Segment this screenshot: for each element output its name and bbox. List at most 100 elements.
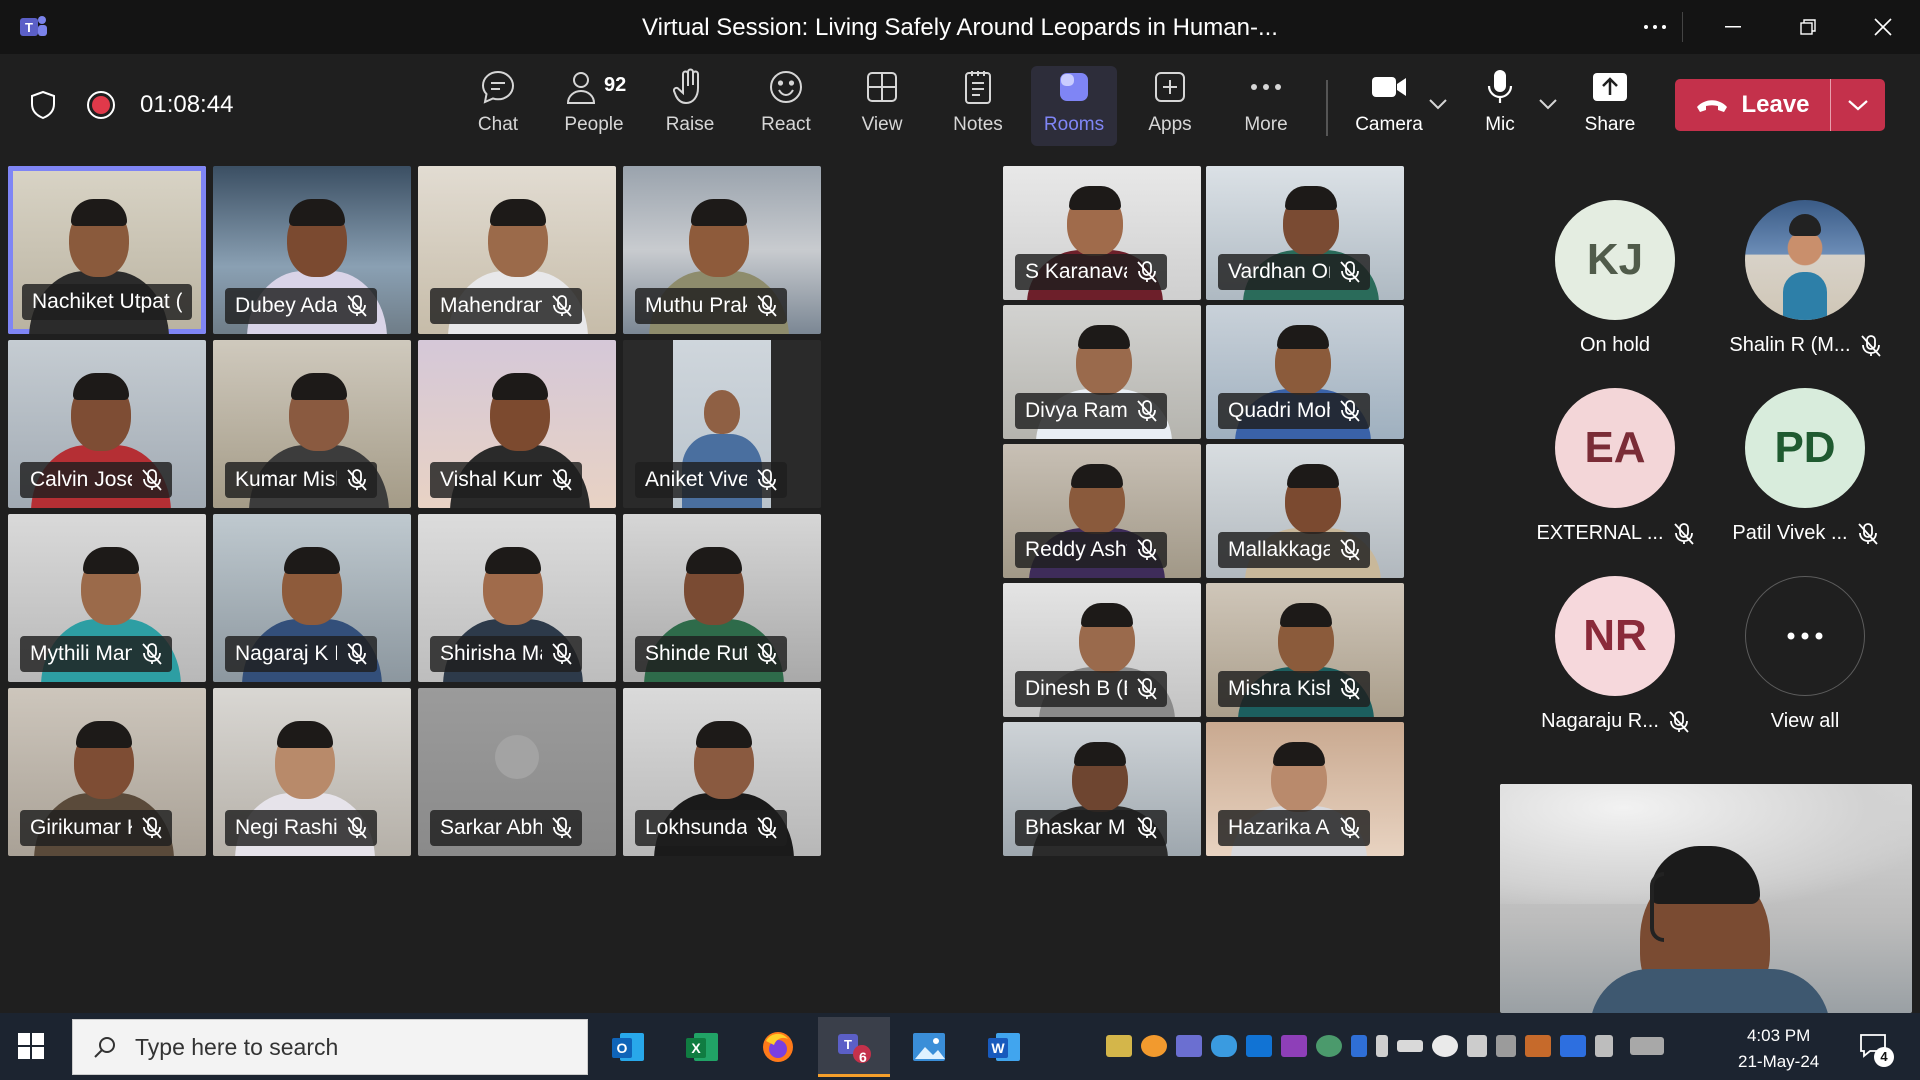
muted-mic-icon [757,295,777,317]
windows-start-icon[interactable] [18,1033,44,1059]
video-tile[interactable]: Mythili Mano... [8,514,206,682]
avatar [1745,200,1865,320]
people-button[interactable]: 92 People [551,66,637,146]
avatar: PD [1745,388,1865,508]
bluetooth-icon[interactable] [1351,1035,1367,1057]
video-tile[interactable]: Girikumar Ku... [8,688,206,856]
video-tile[interactable]: S Karanavar S... [1003,166,1201,300]
participant-name: Shalin R (M... [1729,334,1851,356]
leave-options-chevron-icon[interactable] [1831,79,1885,131]
self-view-video[interactable] [1500,784,1912,1013]
close-button[interactable] [1860,10,1906,44]
video-tile[interactable]: Vardhan Orav... [1206,166,1404,300]
video-tile[interactable]: Shirisha Mark... [418,514,616,682]
word-icon[interactable]: W [968,1017,1040,1077]
tray-app-icon[interactable] [1106,1035,1132,1057]
roster-participant[interactable]: KJ On hold [1520,200,1710,380]
video-tile[interactable]: Reddy Ashwi... [1003,444,1201,578]
mic-button[interactable]: Mic [1457,66,1543,146]
participant-name: Patil Vivek ... [1732,522,1848,544]
excel-icon[interactable]: X [666,1017,738,1077]
tray-app-icon[interactable] [1525,1035,1551,1057]
muted-mic-icon [757,817,777,839]
raise-label: Raise [665,114,715,135]
video-tile[interactable]: Dinesh B (BG... [1003,583,1201,717]
video-tile[interactable]: Muthu Prakas... [623,166,821,334]
video-tile[interactable]: Nagaraj K R (... [213,514,411,682]
video-tile[interactable]: Aniket Viveka... [623,340,821,508]
roster-participant[interactable]: PD Patil Vivek ... [1710,388,1900,568]
participant-name: Hazarika Arpi... [1228,816,1330,839]
taskbar-search[interactable]: Type here to search [72,1019,588,1075]
shield-icon[interactable] [30,90,56,120]
volume-icon[interactable] [1467,1035,1487,1057]
tray-outlook-icon[interactable] [1246,1035,1272,1057]
notes-button[interactable]: Notes [935,66,1021,146]
camera-button[interactable]: Camera [1346,66,1432,146]
view-button[interactable]: View [839,66,925,146]
participant-name: Shinde Rutuja... [645,642,747,665]
share-button[interactable]: Share [1567,66,1653,146]
muted-mic-icon [347,295,367,317]
tray-app-icon[interactable] [1141,1035,1167,1057]
muted-mic-icon [1857,522,1878,545]
tray-security-icon[interactable] [1560,1035,1586,1057]
onenote-icon[interactable] [1281,1035,1307,1057]
react-button[interactable]: React [743,66,829,146]
wifi-icon[interactable] [1496,1035,1516,1057]
video-tile[interactable]: Dubey Adars... [213,166,411,334]
tray-settings-icon[interactable] [1432,1035,1458,1057]
minimize-button[interactable] [1710,10,1756,44]
mic-options-chevron-icon[interactable] [1538,98,1558,110]
keyboard-icon[interactable] [1630,1037,1664,1055]
apps-button[interactable]: Apps [1127,66,1213,146]
video-tile[interactable]: Bhaskar M L (... [1003,722,1201,856]
roster-participant[interactable]: NR Nagaraju R... [1520,576,1710,756]
onedrive-icon[interactable] [1211,1035,1237,1057]
photos-icon[interactable] [893,1017,965,1077]
search-icon [94,1037,115,1058]
roster-participant[interactable]: Shalin R (M... [1710,200,1900,380]
video-tile[interactable]: Quadri Mohd... [1206,305,1404,439]
notification-center-icon[interactable]: 4 [1858,1031,1894,1067]
battery-icon[interactable] [1397,1040,1423,1052]
video-tile[interactable]: Calvin Jose Ri... [8,340,206,508]
leave-button[interactable]: Leave [1675,79,1885,131]
video-tile[interactable]: Sarkar Abhijit ... [418,688,616,856]
muted-mic-icon [757,643,777,665]
people-count: 92 [604,74,627,96]
video-tile[interactable]: Negi Rashi (B... [213,688,411,856]
muted-mic-icon [1137,539,1157,561]
view-all-button[interactable]: View all [1710,576,1900,756]
taskbar-clock[interactable]: 4:03 PM 21-May-24 [1738,1023,1819,1075]
chat-button[interactable]: Chat [455,66,541,146]
video-tile[interactable]: Divya Raman... [1003,305,1201,439]
teams-taskbar-icon[interactable]: T6 [818,1017,890,1077]
tray-app-icon[interactable] [1176,1035,1202,1057]
video-tile[interactable]: Hazarika Arpi... [1206,722,1404,856]
video-tile[interactable]: Mishra Kishan... [1206,583,1404,717]
muted-mic-icon [142,817,162,839]
pen-icon[interactable] [1595,1035,1613,1057]
more-button[interactable]: More [1223,66,1309,146]
outlook-icon[interactable]: O [592,1017,664,1077]
camera-options-chevron-icon[interactable] [1428,98,1448,110]
tray-usb-icon[interactable] [1376,1035,1388,1057]
muted-mic-icon [1137,400,1157,422]
rooms-button[interactable]: Rooms [1031,66,1117,146]
firefox-icon[interactable] [742,1017,814,1077]
video-tile[interactable]: Mahendran K... [418,166,616,334]
muted-mic-icon [1340,817,1360,839]
video-tile[interactable]: Lokhsundar B... [623,688,821,856]
tray-app-icon[interactable] [1316,1035,1342,1057]
participant-name: Mallakkagari ... [1228,538,1330,561]
roster-participant[interactable]: EA EXTERNAL ... [1520,388,1710,568]
video-tile[interactable]: Nachiket Utpat (U... [8,166,206,334]
video-tile[interactable]: Mallakkagari ... [1206,444,1404,578]
raise-hand-button[interactable]: Raise [647,66,733,146]
restore-button[interactable] [1785,10,1831,44]
video-tile[interactable]: Kumar Mishra... [213,340,411,508]
video-tile[interactable]: Shinde Rutuja... [623,514,821,682]
more-options-icon[interactable] [1632,10,1678,44]
video-tile[interactable]: Vishal Kumar ... [418,340,616,508]
